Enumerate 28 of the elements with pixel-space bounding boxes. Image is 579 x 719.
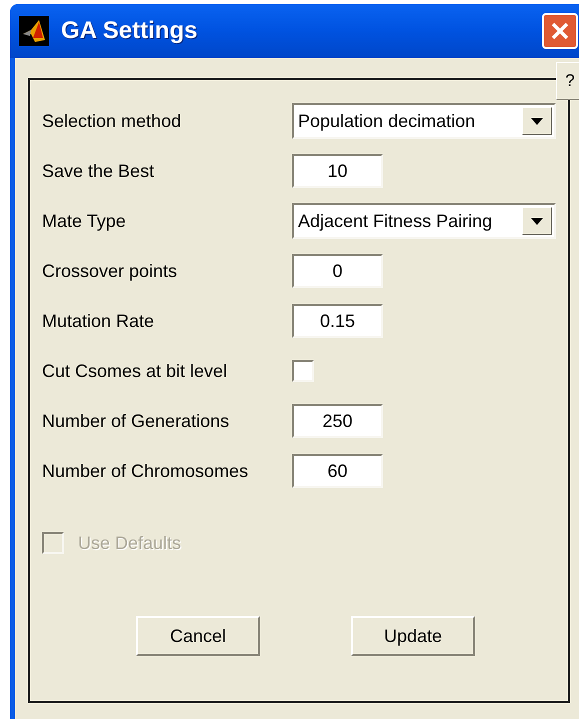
checkbox[interactable]: [292, 360, 314, 382]
setting-label: Cut Csomes at bit level: [42, 360, 228, 382]
dropdown[interactable]: Population decimation: [292, 103, 556, 139]
dropdown-arrow-button[interactable]: [522, 207, 552, 235]
setting-label: Save the Best: [42, 160, 156, 182]
dialog-button[interactable]: Update: [351, 616, 475, 656]
setting-label: Number of Generations: [42, 410, 230, 432]
dropdown[interactable]: Adjacent Fitness Pairing: [292, 203, 556, 239]
number-field[interactable]: 250: [292, 404, 383, 438]
number-field[interactable]: 60: [292, 454, 383, 488]
number-field[interactable]: 0.15: [292, 304, 383, 338]
dropdown-arrow-button[interactable]: [522, 107, 552, 135]
app-logo-icon: [19, 16, 49, 46]
caret-down-icon: [531, 218, 543, 224]
number-field[interactable]: 0: [292, 254, 383, 288]
setting-label: Selection method: [42, 110, 182, 132]
setting-label: Crossover points: [42, 260, 178, 283]
setting-label: Mutation Rate: [42, 310, 156, 332]
close-button[interactable]: [542, 13, 578, 49]
close-icon: [550, 21, 570, 41]
help-button[interactable]: ?: [556, 62, 579, 100]
setting-label: Number of Chromosomes: [42, 460, 250, 482]
use-defaults-label: Use Defaults: [78, 532, 182, 554]
number-field[interactable]: 10: [292, 154, 383, 188]
dialog-button[interactable]: Cancel: [136, 616, 260, 656]
setting-label: Mate Type: [42, 210, 127, 233]
caret-down-icon: [531, 118, 543, 124]
window-title: GA Settings: [61, 16, 198, 46]
